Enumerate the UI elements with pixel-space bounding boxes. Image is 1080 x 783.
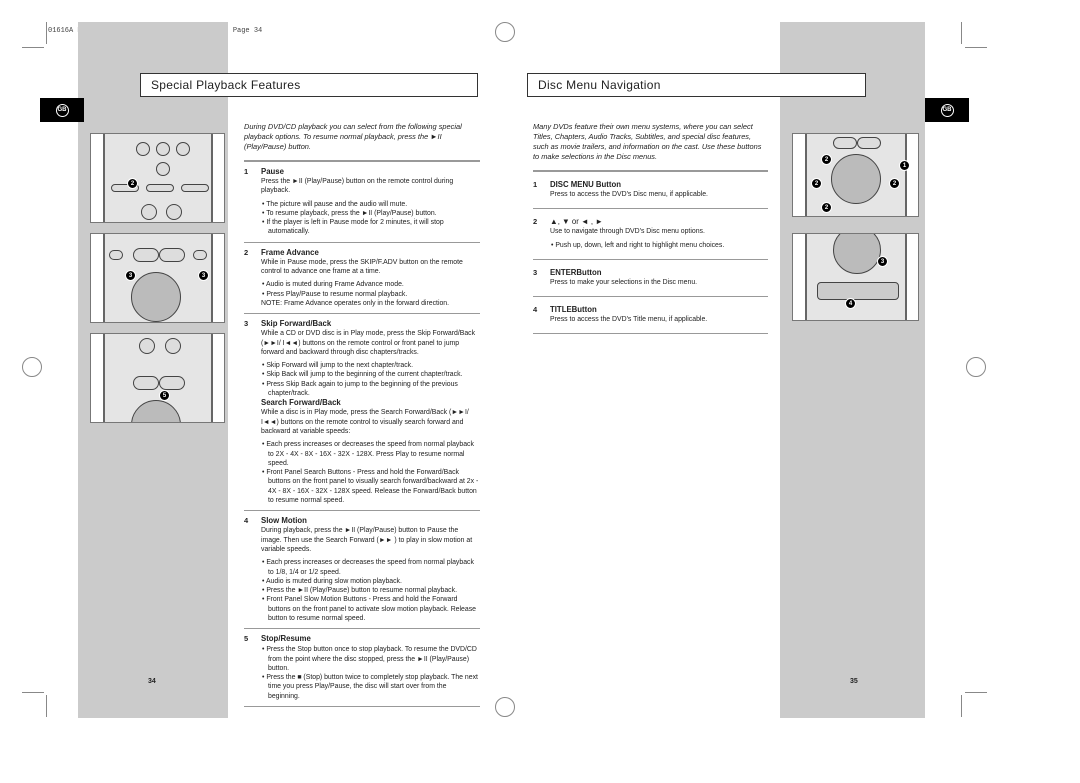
section-heading: ▲, ▼ or ◄ , ► bbox=[550, 217, 603, 227]
bullet: Front Panel Slow Motion Buttons - Press … bbox=[261, 595, 480, 623]
right-text-column: Many DVDs feature their own menu systems… bbox=[533, 122, 768, 335]
section-text: Press to access the DVD's Title menu, if… bbox=[550, 316, 708, 324]
note-text: NOTE: Frame Advance operates only in the… bbox=[261, 299, 450, 307]
left-text-column: During DVD/CD playback you can select fr… bbox=[244, 122, 480, 708]
callout-marker: 3 bbox=[198, 270, 209, 281]
language-badge-left: GB bbox=[40, 98, 84, 122]
remote-illustration-frame: 3 3 bbox=[90, 233, 225, 323]
registration-mark bbox=[22, 357, 42, 377]
remote-illustration-enter-title: 3 4 bbox=[792, 233, 919, 321]
bullet: Each press increases or decreases the sp… bbox=[261, 558, 480, 577]
callout-marker: 3 bbox=[877, 256, 888, 267]
intro-text: Many DVDs feature their own menu systems… bbox=[533, 122, 768, 172]
remote-illustration-navigation: 1 2 2 2 2 bbox=[792, 133, 919, 217]
registration-mark bbox=[495, 22, 515, 42]
section-stop-resume: 5 Stop/Resume Press the Stop button once… bbox=[244, 629, 480, 708]
crop-mark bbox=[965, 692, 987, 693]
section-text: While a CD or DVD disc is in Play mode, … bbox=[261, 330, 476, 356]
callout-marker: 2 bbox=[127, 178, 138, 189]
bullet: Audio is muted during Frame Advance mode… bbox=[261, 280, 480, 289]
section-text: Press to access the DVD's Disc menu, if … bbox=[550, 191, 708, 198]
gb-label: GB bbox=[940, 103, 954, 117]
section-skip: 3 Skip Forward/Back While a CD or DVD di… bbox=[244, 314, 480, 512]
section-heading: Skip Forward/Back bbox=[261, 319, 332, 329]
crop-mark bbox=[22, 692, 44, 693]
page-number-left: 34 bbox=[148, 678, 156, 685]
gb-label: GB bbox=[55, 103, 69, 117]
section-enter: 3 ENTERButton Press to make your selecti… bbox=[533, 260, 768, 298]
page-number-right: 35 bbox=[850, 678, 858, 685]
section-heading: Pause bbox=[261, 167, 284, 176]
section-number: 4 bbox=[244, 516, 249, 526]
crop-mark bbox=[965, 47, 987, 48]
section-text: During playback, press the ►II (Play/Pau… bbox=[261, 527, 473, 553]
bullet: Audio is muted during slow motion playba… bbox=[261, 577, 480, 586]
callout-marker: 2 bbox=[821, 202, 832, 213]
page-title-right: Disc Menu Navigation bbox=[527, 73, 866, 97]
bullet: Press the ■ (Stop) button twice to compl… bbox=[261, 673, 480, 701]
section-text: While a disc is in Play mode, press the … bbox=[261, 409, 469, 435]
callout-marker: 2 bbox=[821, 154, 832, 165]
callout-marker: 2 bbox=[811, 178, 822, 189]
bullet: Press Skip Back again to jump to the beg… bbox=[261, 380, 480, 399]
section-heading: ENTERButton bbox=[550, 267, 602, 277]
bullet: If the player is left in Pause mode for … bbox=[261, 218, 480, 237]
crop-mark bbox=[46, 695, 47, 717]
callout-marker: 4 bbox=[845, 298, 856, 309]
section-number: 4 bbox=[533, 305, 538, 315]
registration-mark bbox=[495, 697, 515, 717]
section-heading: Slow Motion bbox=[261, 516, 307, 526]
section-number: 3 bbox=[244, 319, 249, 329]
callout-marker: 2 bbox=[889, 178, 900, 189]
bullet: Each press increases or decreases the sp… bbox=[261, 440, 480, 468]
section-text: While in Pause mode, press the SKIP/F.AD… bbox=[261, 258, 463, 276]
page-title-left: Special Playback Features bbox=[140, 73, 478, 97]
bullet: Press the ►II (Play/Pause) button to res… bbox=[261, 586, 480, 595]
callout-marker: 5 bbox=[159, 390, 170, 401]
section-number: 1 bbox=[533, 180, 538, 189]
bullet: To resume playback, press the ►II (Play/… bbox=[261, 209, 480, 218]
section-arrows: 2 ▲, ▼ or ◄ , ► Use to navigate through … bbox=[533, 209, 768, 260]
remote-illustration-skip: 2 bbox=[90, 133, 225, 223]
bullet: Skip Back will jump to the beginning of … bbox=[261, 370, 480, 379]
intro-text: During DVD/CD playback you can select fr… bbox=[244, 122, 480, 162]
section-number: 2 bbox=[244, 247, 249, 257]
sub-heading: Search Forward/Back bbox=[261, 398, 341, 408]
section-heading: Stop/Resume bbox=[261, 634, 311, 644]
section-number: 3 bbox=[533, 267, 538, 277]
crop-mark bbox=[961, 695, 962, 717]
bullet: The picture will pause and the audio wil… bbox=[261, 200, 480, 209]
section-heading: TITLEButton bbox=[550, 305, 597, 315]
section-pause: 1 Pause Press the ►II (Play/Pause) butto… bbox=[244, 162, 480, 243]
section-frame-advance: 2 Frame Advance While in Pause mode, pre… bbox=[244, 243, 480, 315]
callout-marker: 3 bbox=[125, 270, 136, 281]
section-heading: DISC MENU Button bbox=[550, 180, 622, 189]
section-number: 2 bbox=[533, 217, 538, 227]
registration-mark bbox=[966, 357, 986, 377]
crop-mark bbox=[46, 22, 47, 44]
bullet: Press Play/Pause to resume normal playba… bbox=[261, 290, 480, 299]
section-number: 1 bbox=[244, 167, 249, 176]
right-sidebar-band bbox=[780, 22, 925, 718]
section-title: 4 TITLEButton Press to access the DVD's … bbox=[533, 297, 768, 335]
section-text: Press to make your selections in the Dis… bbox=[550, 278, 698, 286]
callout-marker: 1 bbox=[899, 160, 910, 171]
section-disc-menu: 1 DISC MENU Button Press to access the D… bbox=[533, 172, 768, 210]
bullet: Front Panel Search Buttons - Press and h… bbox=[261, 468, 480, 505]
bullet: Press the Stop button once to stop playb… bbox=[261, 645, 480, 673]
bullet: Push up, down, left and right to highlig… bbox=[550, 241, 724, 250]
crop-mark bbox=[961, 22, 962, 44]
section-text: Use to navigate through DVD's Disc menu … bbox=[550, 228, 705, 236]
section-slow-motion: 4 Slow Motion During playback, press the… bbox=[244, 511, 480, 630]
bullet: Skip Forward will jump to the next chapt… bbox=[261, 361, 480, 370]
crop-mark bbox=[22, 47, 44, 48]
remote-illustration-stop: 5 bbox=[90, 333, 225, 423]
section-text: Press the ►II (Play/Pause) button on the… bbox=[261, 178, 454, 195]
section-heading: Frame Advance bbox=[261, 247, 319, 257]
section-number: 5 bbox=[244, 634, 249, 644]
language-badge-right: GB bbox=[925, 98, 969, 122]
